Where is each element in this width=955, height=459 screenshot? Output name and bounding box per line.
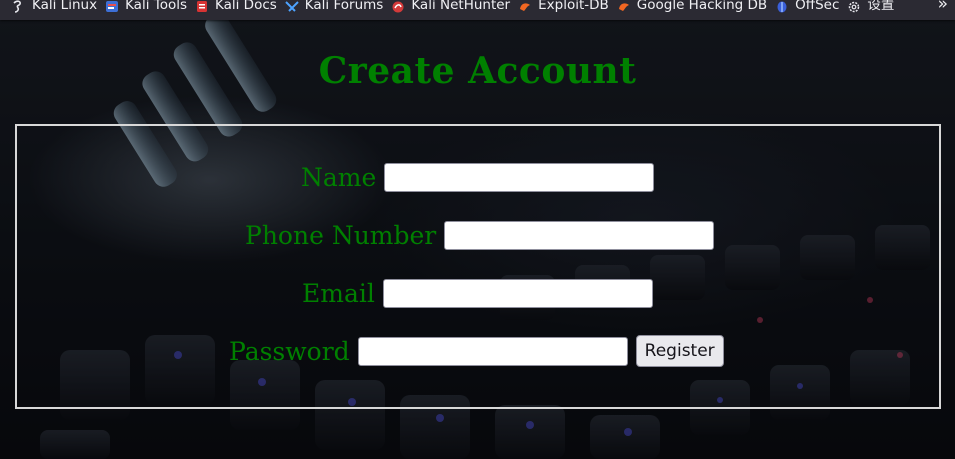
password-label: Password [229,336,350,366]
password-row: Password Register [229,334,724,368]
phone-number-label: Phone Number [245,220,437,250]
bookmarks-toolbar: Kali Linux Kali Tools Kali Docs Kali For… [0,0,955,20]
kali-tools-icon [105,0,119,12]
name-row: Name [301,160,655,194]
phone-number-input[interactable] [444,220,715,250]
bookmark-settings[interactable]: 设置 [847,0,894,13]
phone-number-row: Phone Number [245,218,715,252]
bookmark-exploit-db[interactable]: Exploit-DB [518,0,609,13]
password-input[interactable] [357,336,628,366]
bookmark-offsec[interactable]: OffSec [775,0,839,13]
create-account-form: Name Phone Number Email Password Registe… [15,124,941,409]
kali-forums-icon [285,0,299,12]
bookmark-kali-docs[interactable]: Kali Docs [195,0,277,13]
bookmark-kali-tools[interactable]: Kali Tools [105,0,187,13]
name-label: Name [301,162,377,192]
offsec-icon [775,0,789,13]
nethunter-icon [391,0,405,13]
page-title: Create Account [318,50,637,92]
bookmark-label: Kali Linux [32,0,98,13]
bookmark-label: Kali Docs [215,0,277,13]
bookmark-label: Exploit-DB [538,0,609,13]
bookmark-google-hacking-db[interactable]: Google Hacking DB [617,0,767,13]
exploit-db-icon [518,0,532,12]
bookmark-label: Google Hacking DB [636,0,768,13]
bookmark-kali-forums[interactable]: Kali Forums [285,0,384,13]
bookmark-label: Kali NetHunter [411,0,511,13]
bookmark-label: Kali Tools [125,0,187,13]
chevron-double-right-icon[interactable]: » [938,0,948,13]
bookmark-kali-nethunter[interactable]: Kali NetHunter [391,0,510,13]
email-row: Email [302,276,653,310]
bookmark-label: 设置 [867,0,895,13]
name-input[interactable] [384,162,655,192]
register-button[interactable]: Register [635,335,724,367]
bookmark-label: OffSec [795,0,840,13]
ghdb-icon [617,0,631,12]
gear-icon [847,0,861,13]
kali-dragon-icon [12,0,26,13]
bookmark-label: Kali Forums [304,0,384,13]
bookmark-kali-linux[interactable]: Kali Linux [12,0,97,13]
email-input[interactable] [382,278,653,308]
kali-docs-icon [195,0,209,12]
email-label: Email [302,278,375,308]
